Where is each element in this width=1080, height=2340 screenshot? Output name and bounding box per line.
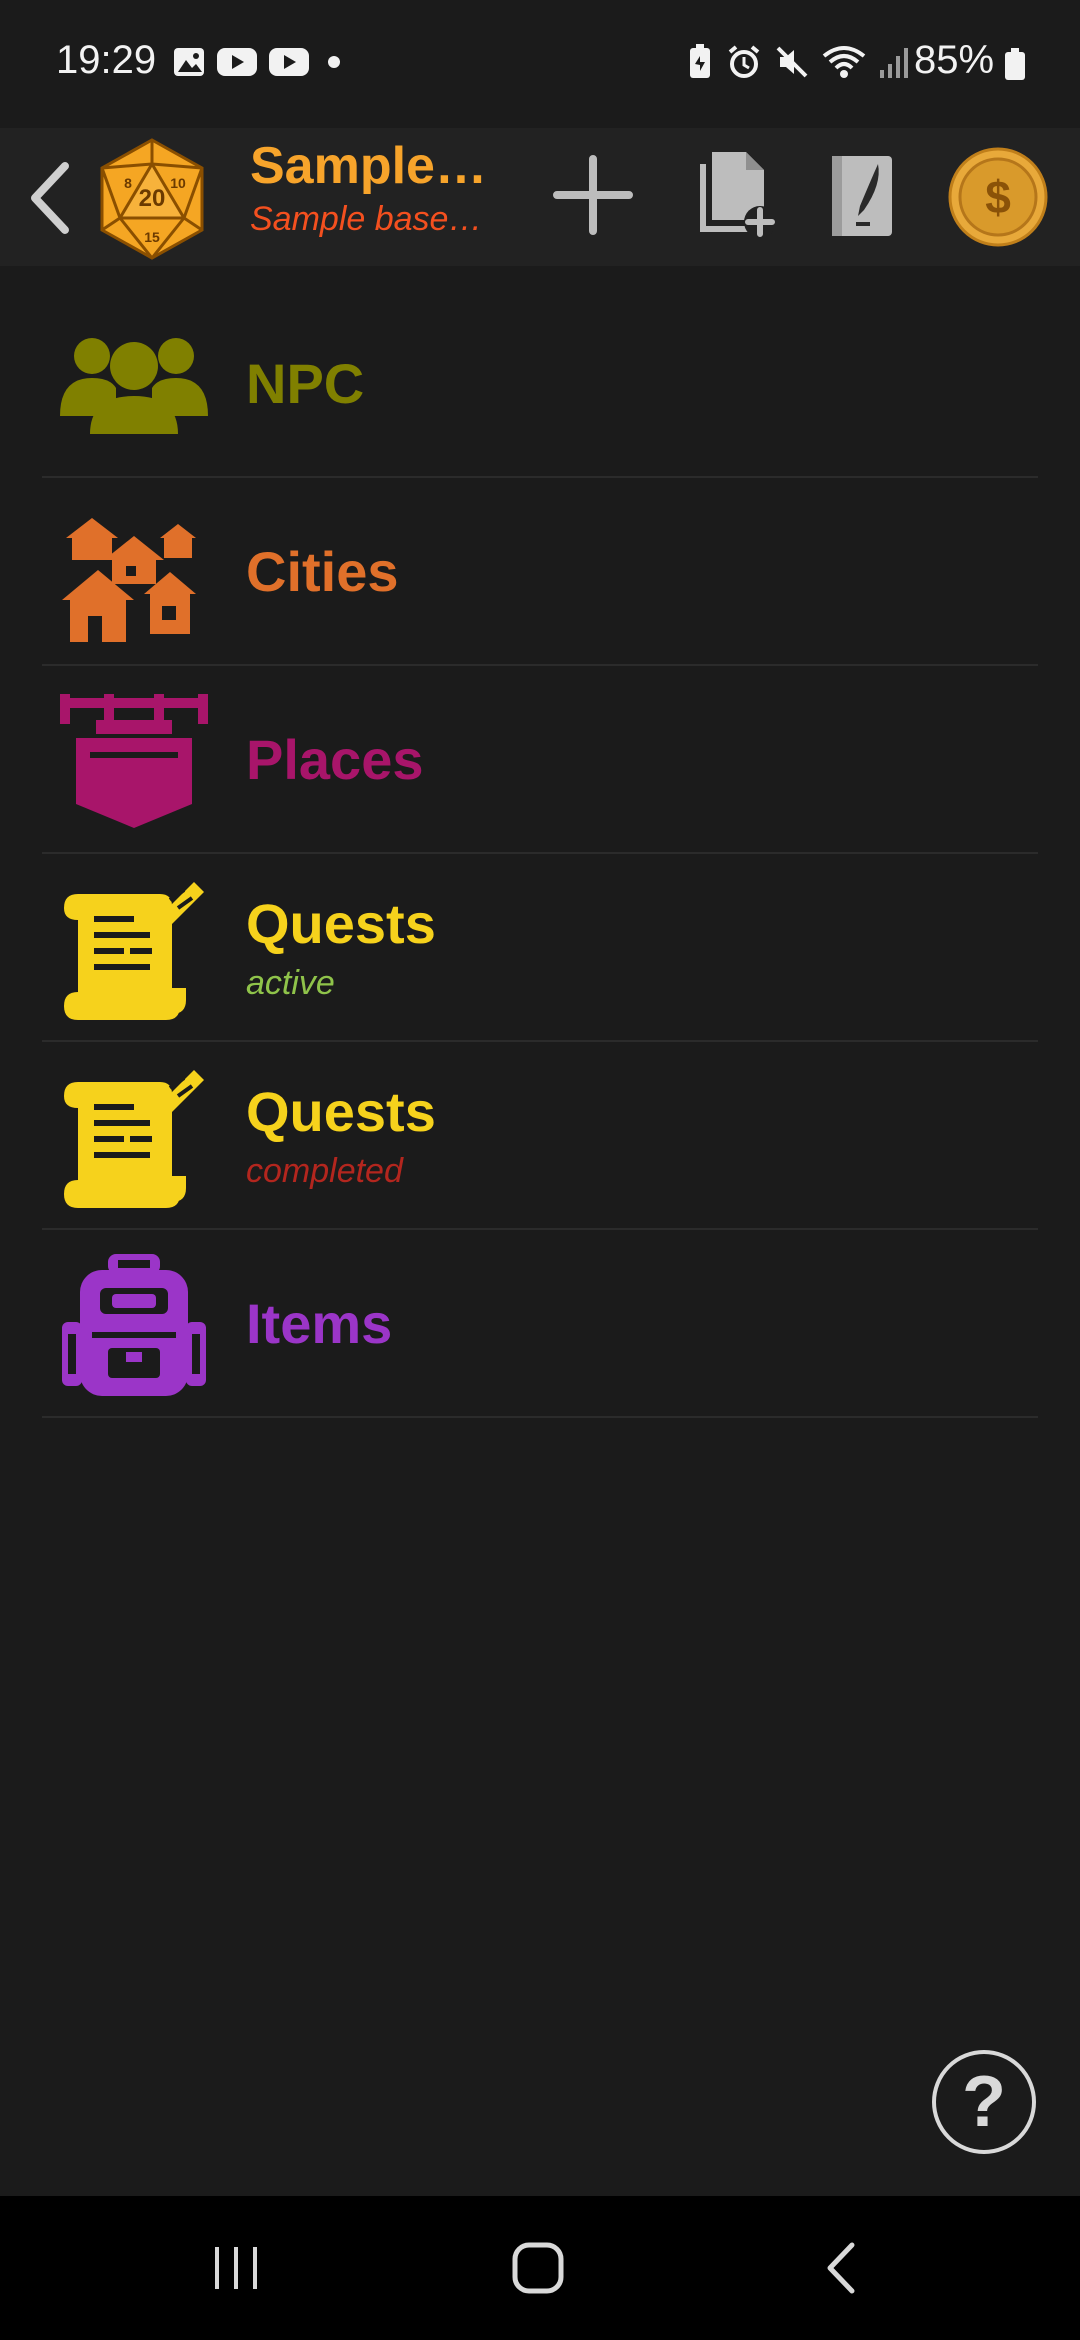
page-subtitle: Sample base… xyxy=(250,200,483,238)
category-item-items[interactable]: Items xyxy=(42,1230,1038,1418)
chevron-left-icon xyxy=(31,162,69,234)
battery-percentage: 85% xyxy=(914,38,995,82)
category-item-quests-active[interactable]: Quests active xyxy=(42,854,1038,1042)
category-label: NPC xyxy=(246,352,365,415)
category-label: Items xyxy=(246,1292,393,1355)
dot-icon xyxy=(328,56,340,68)
category-label: Quests xyxy=(246,1080,436,1143)
status-bar: 19:29 85% xyxy=(0,0,1080,128)
category-item-cities[interactable]: Cities xyxy=(42,478,1038,666)
svg-text:10: 10 xyxy=(170,175,186,191)
svg-text:$: $ xyxy=(985,171,1011,223)
status-notification-icons xyxy=(172,46,348,78)
youtube-icon xyxy=(269,48,309,76)
category-text: Quests completed xyxy=(246,1042,436,1230)
svg-text:20: 20 xyxy=(139,185,166,212)
category-status: completed xyxy=(246,1152,403,1190)
status-time: 19:29 xyxy=(56,38,157,82)
category-status: active xyxy=(246,964,335,1002)
back-button[interactable] xyxy=(14,148,84,248)
duplicate-button[interactable] xyxy=(684,140,788,252)
scroll-quill-icon xyxy=(64,1070,204,1208)
people-group-icon xyxy=(60,338,208,434)
home-icon xyxy=(512,2242,564,2294)
category-item-places[interactable]: Places xyxy=(42,666,1038,854)
category-item-npc[interactable]: NPC xyxy=(42,290,1038,478)
add-button[interactable] xyxy=(548,140,638,250)
page-title: Sample… xyxy=(250,137,487,195)
battery-icon xyxy=(1005,48,1025,80)
signal-icon xyxy=(880,48,908,78)
category-text: Places xyxy=(246,666,424,854)
journal-quill-icon xyxy=(832,156,892,236)
category-text: NPC xyxy=(246,290,364,478)
battery-saver-icon xyxy=(690,44,710,78)
category-text: Items xyxy=(246,1230,392,1418)
title-block[interactable]: Sample… Sample base… xyxy=(250,134,500,240)
back-icon xyxy=(827,2242,855,2294)
scroll-quill-icon xyxy=(64,882,204,1020)
category-label: Places xyxy=(246,728,424,791)
svg-text:8: 8 xyxy=(124,175,132,191)
category-item-quests-completed[interactable]: Quests completed xyxy=(42,1042,1038,1230)
app-bar: 20 8 10 15 Sample… Sample base… $ xyxy=(0,128,1080,266)
image-icon xyxy=(174,48,204,76)
backpack-icon xyxy=(62,1254,206,1396)
category-text: Cities xyxy=(246,478,399,666)
nav-back-button[interactable] xyxy=(782,2226,902,2310)
hanging-sign-icon xyxy=(60,694,208,828)
system-nav-bar xyxy=(0,2196,1080,2340)
category-list: NPC Cities Places Quests active Quests c… xyxy=(42,290,1038,1418)
recents-button[interactable] xyxy=(176,2226,296,2310)
youtube-icon xyxy=(217,48,257,76)
copy-add-icon xyxy=(700,152,776,238)
wifi-icon xyxy=(822,46,866,78)
help-label: ? xyxy=(962,2062,1006,2142)
plus-icon xyxy=(553,155,633,235)
category-label: Quests xyxy=(246,892,436,955)
recents-icon xyxy=(215,2247,257,2289)
category-text: Quests active xyxy=(246,854,436,1042)
mute-icon xyxy=(776,46,808,78)
alarm-icon xyxy=(728,45,760,78)
purchase-button[interactable]: $ xyxy=(946,134,1050,260)
svg-text:15: 15 xyxy=(144,229,160,245)
status-system-icons xyxy=(686,44,910,80)
houses-icon xyxy=(62,518,196,642)
help-button[interactable]: ? xyxy=(932,2050,1036,2154)
coin-dollar-icon: $ xyxy=(948,147,1048,247)
d20-dice-icon: 20 8 10 15 xyxy=(100,138,204,260)
journal-button[interactable] xyxy=(822,140,902,252)
category-label: Cities xyxy=(246,540,399,603)
home-button[interactable] xyxy=(478,2226,598,2310)
